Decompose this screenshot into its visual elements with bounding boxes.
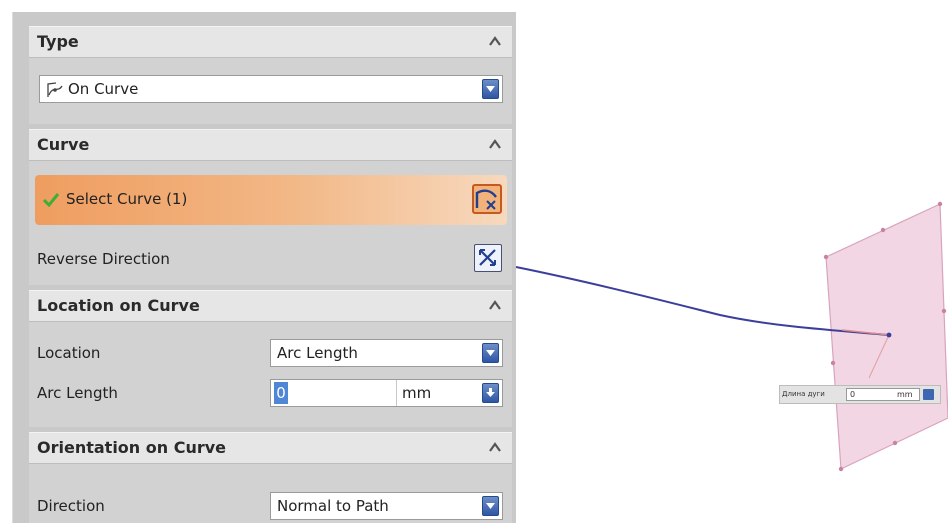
datum-plane[interactable] xyxy=(825,203,948,470)
onscreen-input-box[interactable]: Длина дуги 0 mm xyxy=(779,385,941,404)
point-on-curve-marker[interactable] xyxy=(886,332,892,338)
onscreen-input-field[interactable]: 0 mm xyxy=(846,388,920,401)
onscreen-input-label: Длина дуги xyxy=(782,390,825,398)
onscreen-input-value[interactable]: 0 xyxy=(850,390,855,399)
onscreen-input-unit: mm xyxy=(897,390,913,399)
onscreen-options-arrow-icon[interactable] xyxy=(923,389,934,400)
graphics-viewport[interactable] xyxy=(0,0,948,523)
